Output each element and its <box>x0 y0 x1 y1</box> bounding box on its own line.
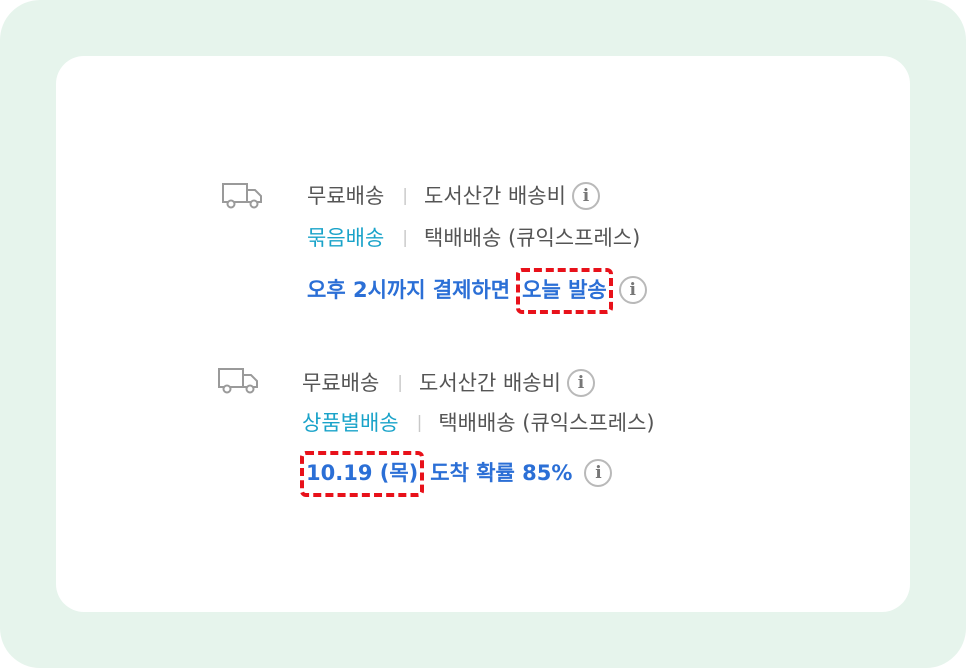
separator: | <box>402 228 409 248</box>
truck-icon <box>222 183 262 209</box>
info-icon[interactable]: i <box>584 459 613 487</box>
carrier-label: 택배배송 (큐익스프레스) <box>438 411 655 435</box>
block1-line1: 무료배송 | 도서산간 배송비 i <box>307 182 600 210</box>
bundle-shipping-link[interactable]: 묶음배송 <box>307 228 384 249</box>
info-icon[interactable]: i <box>618 276 647 304</box>
separator: | <box>416 413 423 433</box>
block1-line3: 오후 2시까지 결제하면 오늘 발송 i <box>307 267 647 314</box>
separator: | <box>402 185 409 206</box>
dispatch-today-highlight: 오늘 발송 <box>516 267 613 314</box>
block1-line2: 묶음배송 | 택배배송 (큐익스프레스) <box>307 228 640 249</box>
carrier-label: 택배배송 (큐익스프레스) <box>424 226 641 250</box>
separator: | <box>397 372 404 393</box>
info-icon[interactable]: i <box>566 369 595 397</box>
outer-frame: 무료배송 | 도서산간 배송비 i 묶음배송 | 택배배송 (큐익스프레스) 오… <box>0 0 966 668</box>
remote-area-fee-label: 도서산간 배송비 <box>424 183 566 208</box>
per-item-shipping-link[interactable]: 상품별배송 <box>302 413 399 434</box>
free-shipping-label: 무료배송 <box>307 183 385 208</box>
arrival-date-highlight: 10.19 (목) <box>299 450 425 497</box>
block2-line1: 무료배송 | 도서산간 배송비 i <box>302 369 595 397</box>
arrival-probability-text: 도착 확률 85% <box>430 460 573 485</box>
block2-line2: 상품별배송 | 택배배송 (큐익스프레스) <box>302 413 655 434</box>
free-shipping-label: 무료배송 <box>302 370 380 395</box>
dispatch-condition-text: 오후 2시까지 결제하면 <box>307 277 511 302</box>
info-icon[interactable]: i <box>571 182 600 210</box>
shipping-card: 무료배송 | 도서산간 배송비 i 묶음배송 | 택배배송 (큐익스프레스) 오… <box>56 56 910 612</box>
block2-line3: 10.19 (목) 도착 확률 85% i <box>299 450 613 497</box>
remote-area-fee-label: 도서산간 배송비 <box>419 370 561 395</box>
truck-icon <box>218 368 258 394</box>
